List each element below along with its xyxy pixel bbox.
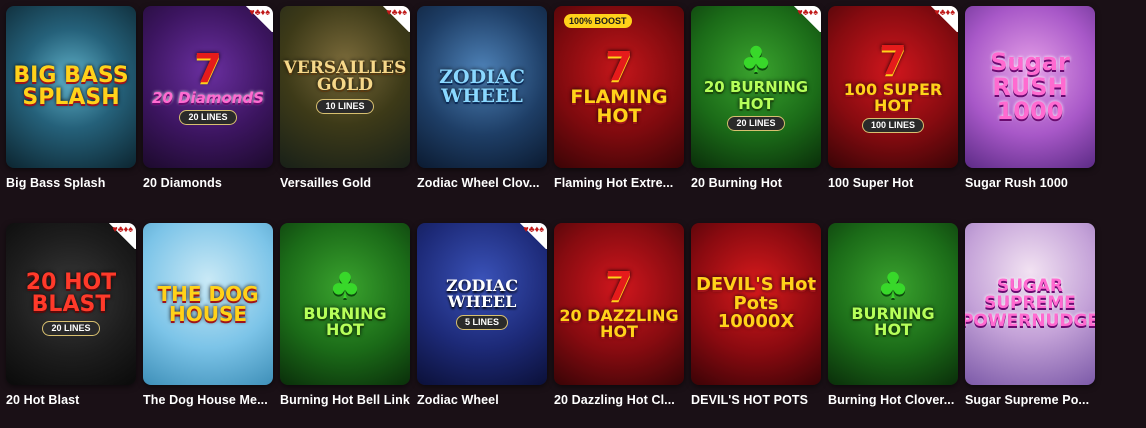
- game-title[interactable]: Big Bass Splash: [6, 176, 136, 190]
- game-title[interactable]: The Dog House Me...: [143, 393, 273, 407]
- lines-badge: 5 LINES: [455, 314, 508, 330]
- game-thumbnail[interactable]: Sugar RUSH 1000: [965, 6, 1095, 168]
- game-card-20-hot-blast[interactable]: ♥♣♦♠ 20 HOT BLAST 20 LINES 20 Hot Blast: [6, 223, 136, 428]
- game-thumbnail[interactable]: ZODIAC WHEEL: [417, 6, 547, 168]
- game-card-burning-hot-clover[interactable]: ♣ BURNING HOT Burning Hot Clover...: [828, 223, 958, 428]
- game-card-100-super-hot[interactable]: ♥♣♦♠ 7 100 SUPER HOT 100 LINES 100 Super…: [828, 6, 958, 211]
- game-art-text: 100 SUPER HOT: [843, 79, 943, 115]
- game-title[interactable]: 100 Super Hot: [828, 176, 958, 190]
- game-title[interactable]: 20 Dazzling Hot Cl...: [554, 393, 684, 407]
- clover-icon: ♣: [876, 266, 910, 308]
- game-art-text: THE DOG HOUSE: [157, 281, 259, 326]
- game-card-20-diamonds[interactable]: ♥♣♦♠ 7 20 DiamondS 20 LINES 20 Diamonds: [143, 6, 273, 211]
- card-suits-icon: ♥♣♦♠: [380, 6, 410, 32]
- game-title[interactable]: DEVIL'S HOT POTS: [691, 393, 821, 407]
- game-card-devils-hot-pots[interactable]: DEVIL'S Hot Pots 10000X DEVIL'S HOT POTS: [691, 223, 821, 428]
- game-card-versailles-gold[interactable]: ♥♣♦♠ VERSAILLES GOLD 10 LINES Versailles…: [280, 6, 410, 211]
- lines-badge: 100 LINES: [861, 118, 925, 134]
- game-card-20-dazzling-hot[interactable]: 7 20 DAZZLING HOT 20 Dazzling Hot Cl...: [554, 223, 684, 428]
- game-card-sugar-supreme[interactable]: SUGAR SUPREME POWERNUDGE Sugar Supreme P…: [965, 223, 1095, 428]
- game-title[interactable]: Versailles Gold: [280, 176, 410, 190]
- game-art-text: SUGAR SUPREME POWERNUDGE: [965, 276, 1095, 331]
- game-thumbnail[interactable]: BIG BASS SPLASH: [6, 6, 136, 168]
- game-card-burning-hot-bell-link[interactable]: ♣ BURNING HOT Burning Hot Bell Link: [280, 223, 410, 428]
- game-thumbnail[interactable]: DEVIL'S Hot Pots 10000X: [691, 223, 821, 385]
- game-thumbnail[interactable]: ♥♣♦♠ 20 HOT BLAST 20 LINES: [6, 223, 136, 385]
- game-title[interactable]: 20 Diamonds: [143, 176, 273, 190]
- game-thumbnail[interactable]: ♥♣♦♠ ♣ 20 BURNING HOT 20 LINES: [691, 6, 821, 168]
- lines-badge: 20 LINES: [42, 320, 100, 337]
- game-thumbnail[interactable]: ♥♣♦♠ 7 100 SUPER HOT 100 LINES: [828, 6, 958, 168]
- game-card-flaming-hot-extreme[interactable]: 100% BOOST 7 FLAMING HOT Flaming Hot Ext…: [554, 6, 684, 211]
- game-art-text: VERSAILLES GOLD: [283, 58, 407, 96]
- game-thumbnail[interactable]: ♣ BURNING HOT: [828, 223, 958, 385]
- game-title[interactable]: 20 Hot Blast: [6, 393, 136, 407]
- card-suits-icon: ♥♣♦♠: [106, 223, 136, 249]
- game-art-text: BIG BASS SPLASH: [13, 62, 129, 110]
- game-title[interactable]: Sugar Rush 1000: [965, 176, 1095, 190]
- seven-icon: 7: [879, 37, 907, 84]
- game-title[interactable]: Zodiac Wheel: [417, 393, 547, 407]
- boost-badge: 100% BOOST: [564, 14, 632, 28]
- lines-badge: 20 LINES: [727, 116, 785, 132]
- game-thumbnail[interactable]: 100% BOOST 7 FLAMING HOT: [554, 6, 684, 168]
- seven-icon: 7: [605, 44, 633, 91]
- clover-icon: ♣: [739, 39, 773, 81]
- card-suits-icon: ♥♣♦♠: [243, 6, 273, 32]
- game-card-big-bass-splash[interactable]: BIG BASS SPLASH Big Bass Splash: [6, 6, 136, 211]
- game-title[interactable]: Burning Hot Bell Link: [280, 393, 410, 407]
- game-art-text: BURNING HOT: [851, 304, 935, 340]
- games-row-2: ♥♣♦♠ 20 HOT BLAST 20 LINES 20 Hot Blast …: [6, 223, 1095, 428]
- game-thumbnail[interactable]: ♣ BURNING HOT: [280, 223, 410, 385]
- game-art-text: 20 DiamondS: [152, 88, 264, 107]
- lines-badge: 10 LINES: [316, 98, 374, 114]
- game-art-text: DEVIL'S Hot Pots 10000X: [695, 274, 817, 333]
- game-thumbnail[interactable]: 7 20 DAZZLING HOT: [554, 223, 684, 385]
- game-title[interactable]: 20 Burning Hot: [691, 176, 821, 190]
- game-card-zodiac-wheel-clover[interactable]: ZODIAC WHEEL Zodiac Wheel Clov...: [417, 6, 547, 211]
- card-suits-icon: ♥♣♦♠: [791, 6, 821, 32]
- seven-icon: 7: [605, 264, 633, 311]
- game-art-text: ZODIAC WHEEL: [445, 276, 519, 312]
- card-suits-icon: ♥♣♦♠: [517, 223, 547, 249]
- game-title[interactable]: Zodiac Wheel Clov...: [417, 176, 547, 190]
- game-thumbnail[interactable]: ♥♣♦♠ VERSAILLES GOLD 10 LINES: [280, 6, 410, 168]
- card-suits-icon: ♥♣♦♠: [928, 6, 958, 32]
- game-title[interactable]: Burning Hot Clover...: [828, 393, 958, 407]
- game-art-text: Sugar RUSH 1000: [990, 48, 1070, 126]
- game-art-text: 20 HOT BLAST: [25, 269, 117, 318]
- game-art-text: 20 DAZZLING HOT: [559, 306, 679, 342]
- game-thumbnail[interactable]: SUGAR SUPREME POWERNUDGE: [965, 223, 1095, 385]
- seven-icon: 7: [194, 45, 222, 92]
- lines-badge: 20 LINES: [179, 109, 237, 126]
- game-card-zodiac-wheel[interactable]: ♥♣♦♠ ZODIAC WHEEL 5 LINES Zodiac Wheel: [417, 223, 547, 428]
- game-art-text: ZODIAC WHEEL: [439, 65, 525, 107]
- game-card-20-burning-hot[interactable]: ♥♣♦♠ ♣ 20 BURNING HOT 20 LINES 20 Burnin…: [691, 6, 821, 211]
- games-row-1: BIG BASS SPLASH Big Bass Splash ♥♣♦♠ 7 2…: [6, 6, 1095, 211]
- game-art-text: FLAMING HOT: [570, 86, 668, 128]
- game-thumbnail[interactable]: ♥♣♦♠ ZODIAC WHEEL 5 LINES: [417, 223, 547, 385]
- game-title[interactable]: Sugar Supreme Po...: [965, 393, 1095, 407]
- game-card-the-dog-house[interactable]: THE DOG HOUSE The Dog House Me...: [143, 223, 273, 428]
- game-art-text: 20 BURNING HOT: [703, 78, 809, 113]
- game-art-text: BURNING HOT: [303, 304, 387, 340]
- game-card-sugar-rush-1000[interactable]: Sugar RUSH 1000 Sugar Rush 1000: [965, 6, 1095, 211]
- game-thumbnail[interactable]: THE DOG HOUSE: [143, 223, 273, 385]
- game-title[interactable]: Flaming Hot Extre...: [554, 176, 684, 190]
- clover-icon: ♣: [328, 266, 362, 308]
- game-thumbnail[interactable]: ♥♣♦♠ 7 20 DiamondS 20 LINES: [143, 6, 273, 168]
